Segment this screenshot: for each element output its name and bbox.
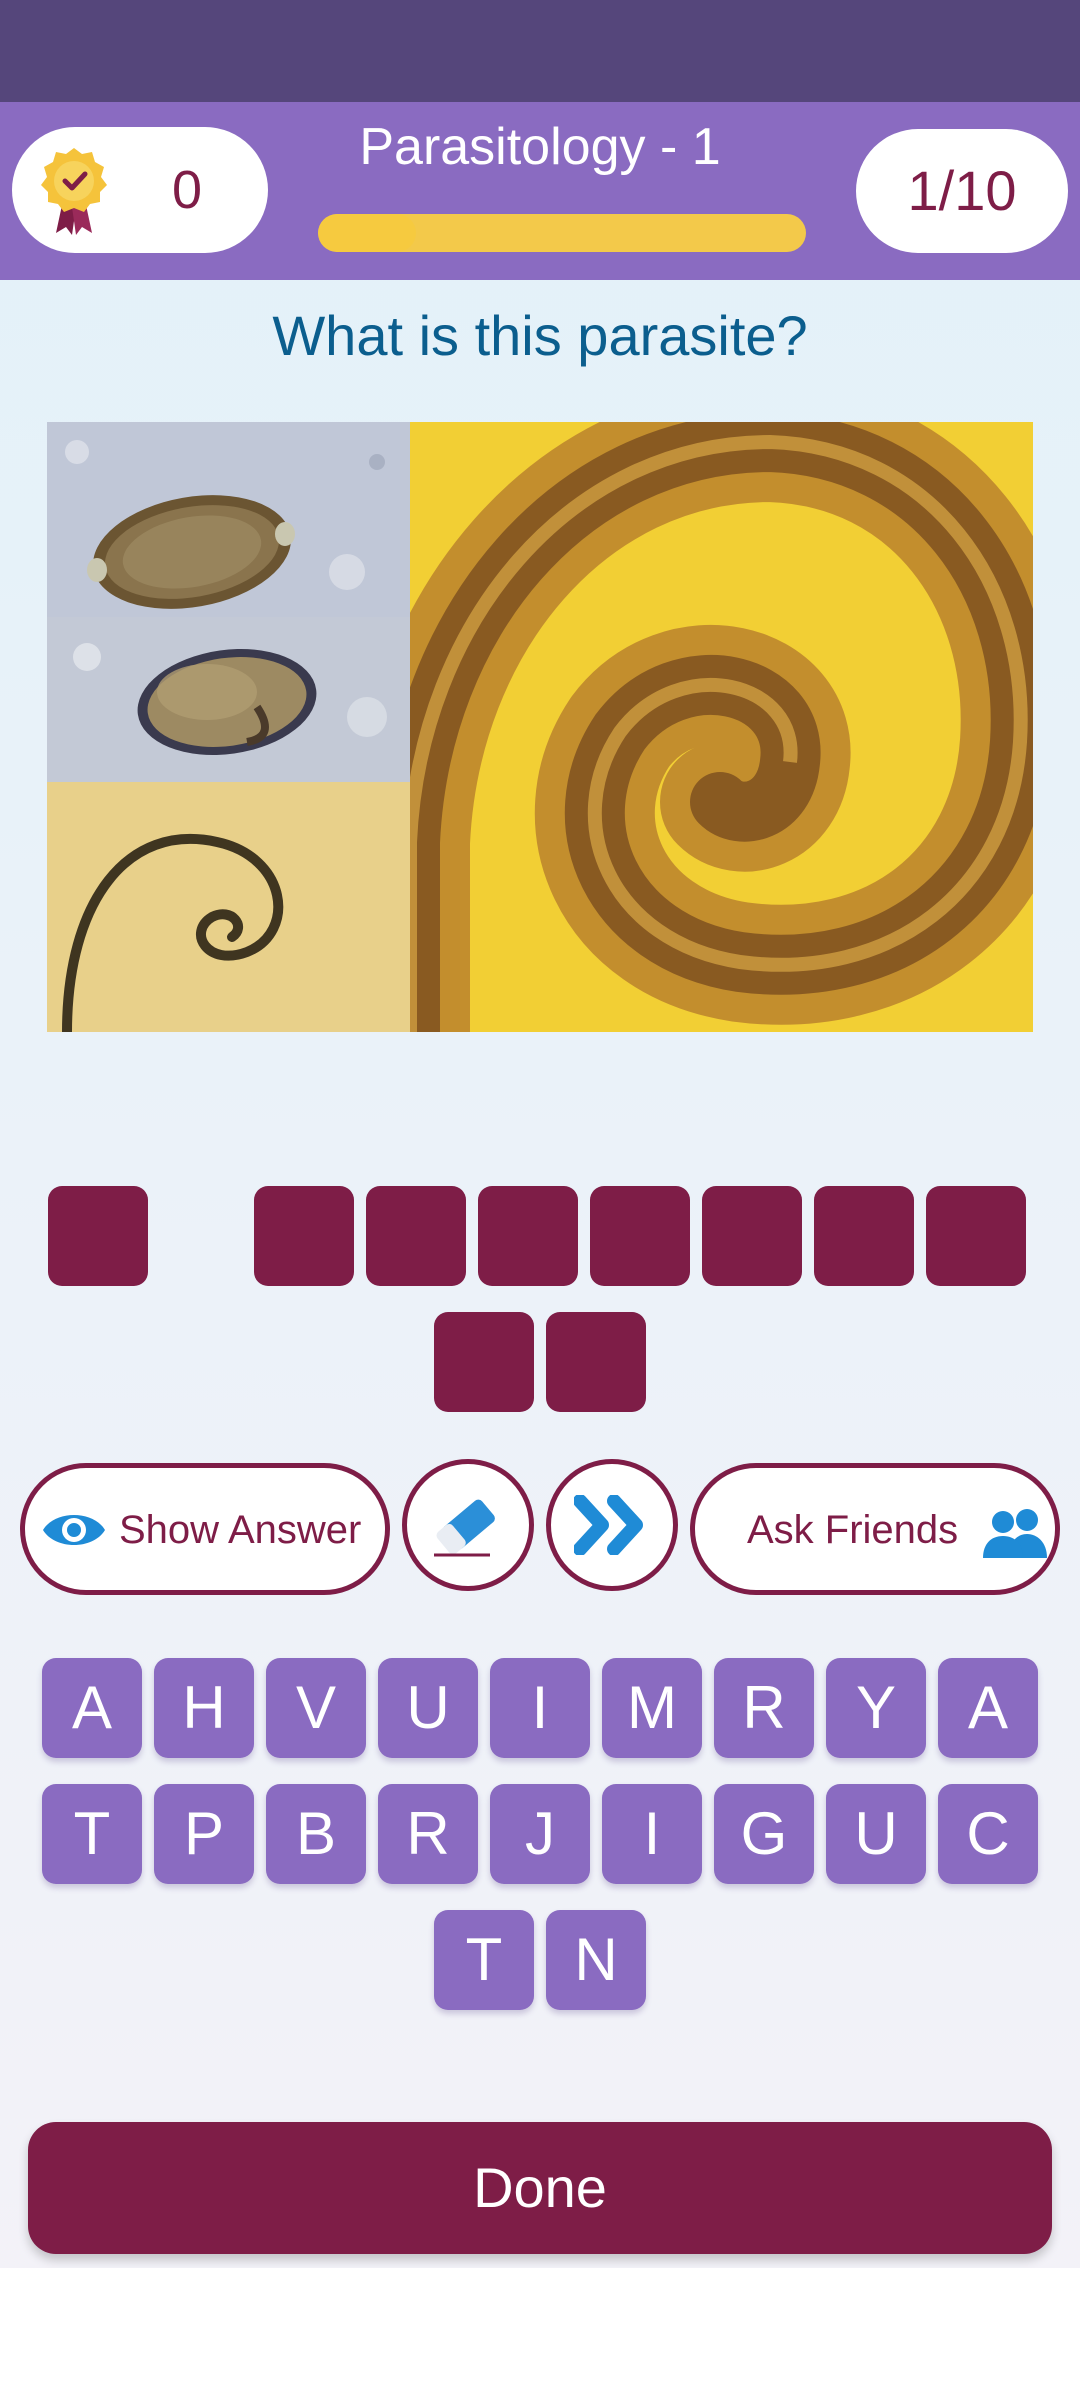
image-column-left xyxy=(47,422,410,1032)
letter-key[interactable]: I xyxy=(602,1784,702,1884)
people-icon xyxy=(983,1509,1047,1558)
answer-slot[interactable] xyxy=(702,1186,802,1286)
level-title: Parasitology - 1 xyxy=(359,118,721,176)
score-value: 0 xyxy=(171,160,203,220)
letter-key[interactable]: A xyxy=(42,1658,142,1758)
letter-key[interactable]: T xyxy=(42,1784,142,1884)
answer-row-2 xyxy=(0,1312,1080,1412)
ask-friends-button[interactable]: Ask Friends xyxy=(690,1463,1060,1595)
letter-key[interactable]: Y xyxy=(826,1658,926,1758)
eraser-icon xyxy=(434,1499,495,1557)
eye-icon xyxy=(43,1515,105,1545)
letter-key[interactable]: A xyxy=(938,1658,1038,1758)
show-answer-button[interactable]: Show Answer xyxy=(20,1463,390,1595)
letter-key[interactable]: G xyxy=(714,1784,814,1884)
letter-key[interactable]: U xyxy=(378,1658,478,1758)
done-button[interactable]: Done xyxy=(28,2122,1052,2254)
show-answer-label: Show Answer xyxy=(119,1508,362,1552)
eraser-button[interactable] xyxy=(402,1459,534,1591)
letter-key[interactable]: V xyxy=(266,1658,366,1758)
answer-slot[interactable] xyxy=(48,1186,148,1286)
progress-bar xyxy=(318,214,806,252)
question-images xyxy=(47,422,1033,1032)
letter-key[interactable]: P xyxy=(154,1784,254,1884)
score-pill: 0 xyxy=(12,127,268,253)
answer-slot[interactable] xyxy=(366,1186,466,1286)
answer-slot[interactable] xyxy=(926,1186,1026,1286)
answer-slot[interactable] xyxy=(590,1186,690,1286)
question-text: What is this parasite? xyxy=(272,304,808,367)
letter-key[interactable]: U xyxy=(826,1784,926,1884)
egg-image-1 xyxy=(47,422,410,617)
skip-button[interactable] xyxy=(546,1459,678,1591)
answer-slot[interactable] xyxy=(814,1186,914,1286)
letter-key[interactable]: H xyxy=(154,1658,254,1758)
status-bar xyxy=(0,0,1080,102)
letter-key[interactable]: I xyxy=(490,1658,590,1758)
letter-key[interactable]: R xyxy=(714,1658,814,1758)
letter-key[interactable]: M xyxy=(602,1658,702,1758)
answer-slot[interactable] xyxy=(254,1186,354,1286)
letter-key[interactable]: B xyxy=(266,1784,366,1884)
quiz-screen: 0 Parasitology - 1 1/10 What is this par… xyxy=(0,0,1080,2268)
letter-key[interactable]: J xyxy=(490,1784,590,1884)
answer-slot[interactable] xyxy=(434,1312,534,1412)
answer-slot[interactable] xyxy=(478,1186,578,1286)
egg-image-2 xyxy=(47,617,410,782)
larva-image xyxy=(47,782,410,1032)
letter-key[interactable]: T xyxy=(434,1910,534,2010)
letter-key[interactable]: R xyxy=(378,1784,478,1884)
answer-row-1 xyxy=(0,1186,1080,1286)
question-counter: 1/10 xyxy=(856,129,1068,253)
answer-slot[interactable] xyxy=(546,1312,646,1412)
progress-fill xyxy=(318,214,416,252)
medal-icon xyxy=(41,148,107,235)
letter-key[interactable]: C xyxy=(938,1784,1038,1884)
worm-closeup-image xyxy=(410,422,1033,1032)
ask-friends-label: Ask Friends xyxy=(747,1508,959,1552)
letter-key[interactable]: N xyxy=(546,1910,646,2010)
double-chevron-right-icon xyxy=(574,1495,643,1555)
